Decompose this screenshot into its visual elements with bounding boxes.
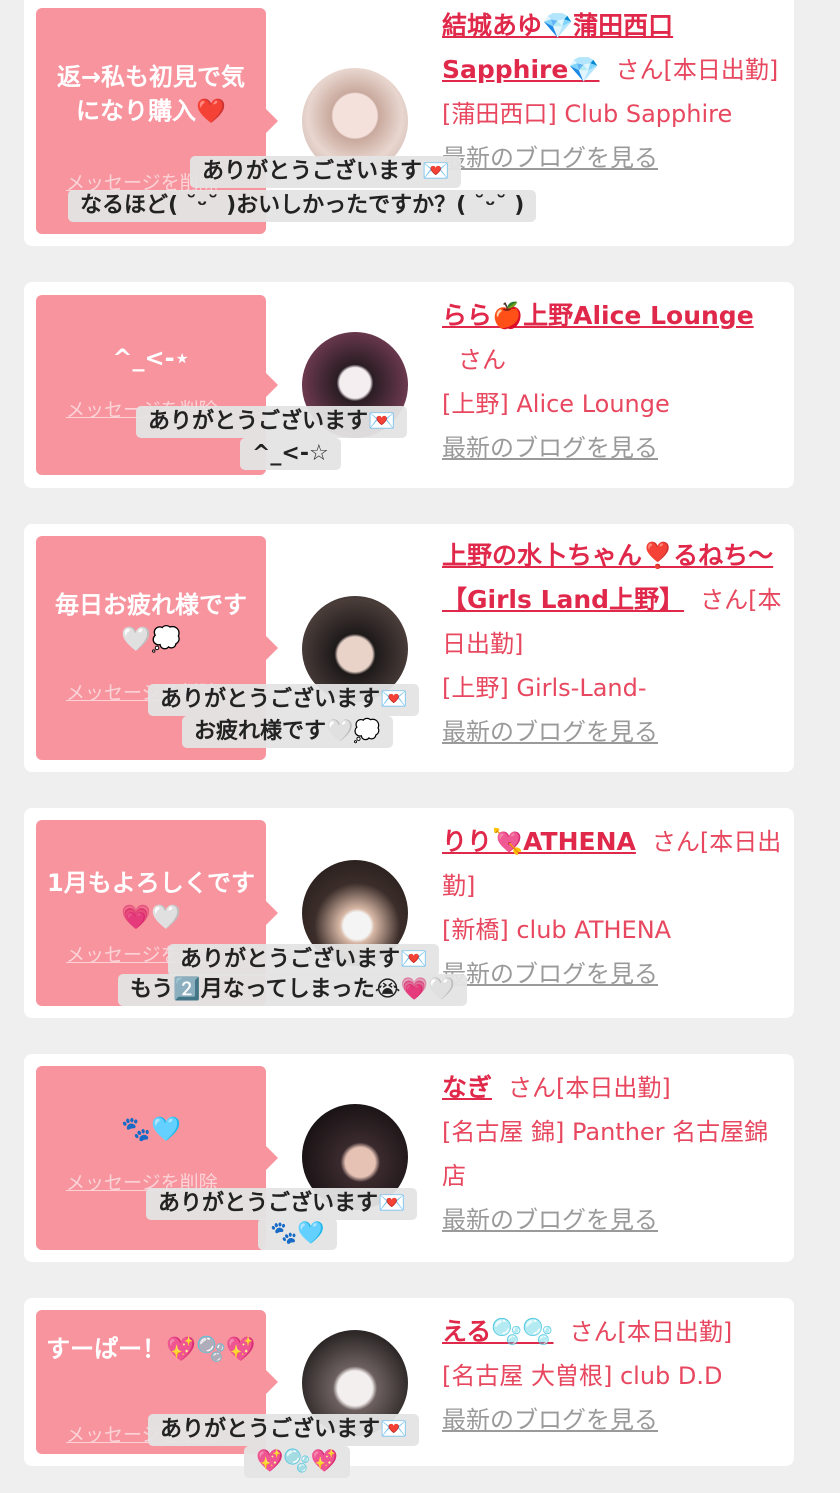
cast-info: 結城あゆ💎蒲田西口Sapphire💎 さん[本日出勤] [蒲田西口] Club S… bbox=[442, 4, 782, 180]
shop-name: [新橋] club ATHENA bbox=[442, 916, 672, 944]
reply-caption-line2: お疲れ様です🤍💭 bbox=[182, 716, 393, 748]
reply-caption-line1: ありがとうございます💌 bbox=[148, 684, 420, 716]
cast-status: さん[本日出勤] bbox=[615, 56, 779, 84]
latest-blog-link[interactable]: 最新のブログを見る bbox=[442, 710, 782, 754]
latest-blog-link[interactable]: 最新のブログを見る bbox=[442, 136, 782, 180]
cast-info: える🫧🫧 さん[本日出勤] [名古屋 大曽根] club D.D 最新のブログを見… bbox=[442, 1310, 782, 1442]
cast-name-link[interactable]: なぎ bbox=[442, 1073, 492, 1102]
shop-name: [上野] Girls-Land- bbox=[442, 674, 647, 702]
cast-name-link[interactable]: える🫧🫧 bbox=[442, 1317, 554, 1346]
latest-blog-link[interactable]: 最新のブログを見る bbox=[442, 426, 782, 470]
shop-name: [上野] Alice Lounge bbox=[442, 390, 670, 418]
message-text: 毎日お疲れ様です🤍💭 bbox=[55, 591, 247, 653]
latest-blog-link[interactable]: 最新のブログを見る bbox=[442, 1398, 782, 1442]
favorite-card: 🐾🩵 メッセージを削除 なぎ さん[本日出勤] [名古屋 錦] Panther 名… bbox=[24, 1054, 794, 1262]
shop-name: [蒲田西口] Club Sapphire bbox=[442, 100, 733, 128]
reply-caption-line1: ありがとうございます💌 bbox=[168, 944, 440, 976]
latest-blog-link[interactable]: 最新のブログを見る bbox=[442, 1198, 782, 1242]
message-bubble: 🐾🩵 メッセージを削除 bbox=[36, 1066, 278, 1250]
cast-info: りり💘ATHENA さん[本日出勤] [新橋] club ATHENA 最新のブロ… bbox=[442, 820, 782, 996]
reply-caption-line2: なるほど( ˘ᵕ˘ )おいしかったですか？( ˘ᵕ˘ ) bbox=[68, 190, 537, 222]
shop-name: [名古屋 錦] Panther 名古屋錦店 bbox=[442, 1118, 769, 1190]
cast-status: さん[本日出勤] bbox=[508, 1074, 671, 1102]
reply-caption-line1: ありがとうございます💌 bbox=[190, 156, 462, 188]
reply-caption-line2: もう2️⃣月なってしまった😭💗🤍 bbox=[118, 974, 468, 1006]
message-text: ^_<-⋆ bbox=[112, 344, 190, 372]
message-text: 返→私も初見で気になり購入❤️ bbox=[56, 63, 246, 125]
reply-caption-line2: 🐾🩵 bbox=[258, 1218, 337, 1250]
cast-info: 上野の水卜ちゃん❣️るねち〜【Girls Land上野】 さん[本日出勤] [上野… bbox=[442, 534, 782, 754]
reply-caption-line2: ^_<-☆ bbox=[240, 438, 341, 470]
message-bubble: ^_<-⋆ メッセージを削除 bbox=[36, 295, 278, 475]
cast-name-link[interactable]: らら🍎上野Alice Lounge bbox=[442, 301, 754, 330]
cast-name-link[interactable]: りり💘ATHENA bbox=[442, 827, 636, 856]
message-text: 🐾🩵 bbox=[121, 1115, 181, 1143]
reply-caption-line1: ありがとうございます💌 bbox=[148, 1414, 420, 1446]
message-text: すーぱー！💖🫧💖 bbox=[46, 1335, 256, 1363]
cast-info: なぎ さん[本日出勤] [名古屋 錦] Panther 名古屋錦店 最新のブログを… bbox=[442, 1066, 782, 1242]
cast-status: さん[本日出勤] bbox=[569, 1318, 733, 1346]
cast-status: さん bbox=[458, 346, 506, 374]
cast-info: らら🍎上野Alice Lounge さん [上野] Alice Lounge 最新… bbox=[442, 294, 782, 470]
reply-caption-line1: ありがとうございます💌 bbox=[136, 406, 408, 438]
reply-caption-line1: ありがとうございます💌 bbox=[146, 1188, 418, 1220]
shop-name: [名古屋 大曽根] club D.D bbox=[442, 1362, 723, 1390]
favorite-card: 毎日お疲れ様です🤍💭 メッセージを削除 上野の水卜ちゃん❣️るねち〜【Girls… bbox=[24, 524, 794, 772]
message-text: 1月もよろしくです💗🤍 bbox=[47, 869, 255, 931]
reply-caption-line2: 💖🫧💖 bbox=[244, 1446, 351, 1478]
favorite-card: ^_<-⋆ メッセージを削除 らら🍎上野Alice Lounge さん [上野] … bbox=[24, 282, 794, 488]
latest-blog-link[interactable]: 最新のブログを見る bbox=[442, 952, 782, 996]
